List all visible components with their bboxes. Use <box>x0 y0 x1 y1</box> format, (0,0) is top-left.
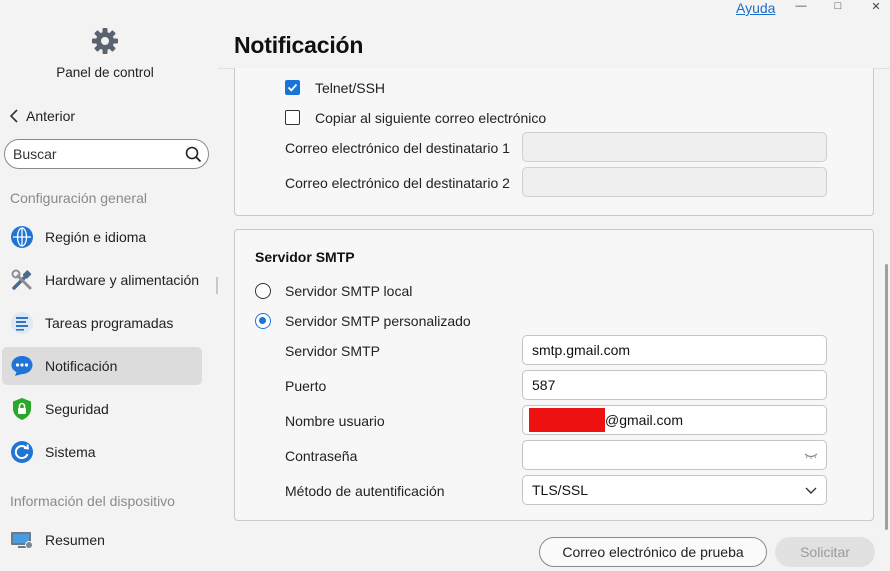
tasks-icon <box>10 311 34 335</box>
local-smtp-radio[interactable] <box>255 283 271 299</box>
control-panel-title: Panel de control <box>56 65 154 80</box>
smtp-panel-title: Servidor SMTP <box>255 249 355 265</box>
back-label: Anterior <box>26 108 76 124</box>
port-label: Puerto <box>285 378 327 394</box>
search-input[interactable] <box>5 140 175 168</box>
sidebar-item-label: Región e idioma <box>45 229 147 245</box>
password-field[interactable] <box>522 440 827 470</box>
page-title: Notificación <box>234 32 364 58</box>
sidebar-item-summary[interactable]: Resumen <box>2 521 202 559</box>
recipient2-label: Correo electrónico del destinatario 2 <box>285 175 510 191</box>
sidebar: Panel de control Anterior Configuración … <box>0 0 218 571</box>
password-label: Contraseña <box>285 448 358 464</box>
gear-icon <box>92 28 118 54</box>
smtp-server-label: Servidor SMTP <box>285 343 380 359</box>
shield-lock-icon <box>10 397 34 421</box>
section-device-heading: Información del dispositivo <box>10 493 175 509</box>
smtp-server-field[interactable]: smtp.gmail.com <box>522 335 827 365</box>
back-button[interactable]: Anterior <box>8 108 75 124</box>
sidebar-item-security[interactable]: Seguridad <box>2 390 202 428</box>
local-smtp-label: Servidor SMTP local <box>285 283 413 299</box>
checkmark-icon <box>287 83 298 92</box>
sidebar-item-label: Resumen <box>45 532 105 548</box>
globe-icon <box>10 225 34 249</box>
system-refresh-icon <box>10 440 34 464</box>
username-field[interactable]: @gmail.com <box>522 405 827 435</box>
content-scrollbar[interactable] <box>885 264 888 530</box>
search-box[interactable] <box>4 139 209 169</box>
sidebar-item-label: Seguridad <box>45 401 109 417</box>
auth-method-select[interactable]: TLS/SSL <box>522 475 827 505</box>
sidebar-item-tasks[interactable]: Tareas programadas <box>2 304 202 342</box>
control-panel-header: Panel de control <box>0 26 210 80</box>
maximize-button[interactable]: □ <box>831 0 845 16</box>
chevron-down-icon <box>805 487 817 494</box>
port-field[interactable]: 587 <box>522 370 827 400</box>
help-link[interactable]: Ayuda <box>736 0 775 16</box>
telnet-ssh-label: Telnet/SSH <box>315 80 386 96</box>
custom-smtp-radio[interactable] <box>255 313 271 329</box>
sidebar-scrollbar[interactable] <box>216 277 218 294</box>
sidebar-item-label: Tareas programadas <box>45 315 174 331</box>
sidebar-item-label: Notificación <box>45 358 118 374</box>
telnet-ssh-checkbox[interactable] <box>285 80 300 95</box>
search-icon[interactable] <box>185 146 202 163</box>
sidebar-item-region[interactable]: Región e idioma <box>2 218 202 256</box>
copy-email-label: Copiar al siguiente correo electrónico <box>315 110 547 126</box>
monitor-icon <box>10 528 34 552</box>
close-button[interactable]: ✕ <box>869 0 883 16</box>
chevron-left-icon <box>9 109 18 123</box>
sidebar-item-label: Hardware y alimentación <box>45 272 200 288</box>
custom-smtp-label: Servidor SMTP personalizado <box>285 313 471 329</box>
username-suffix: @gmail.com <box>605 412 684 428</box>
redacted-block <box>529 408 605 432</box>
copy-email-checkbox[interactable] <box>285 110 300 125</box>
sidebar-item-hardware[interactable]: Hardware y alimentación <box>2 261 202 299</box>
username-label: Nombre usuario <box>285 413 385 429</box>
recipient1-field[interactable] <box>522 132 827 162</box>
sidebar-item-system[interactable]: Sistema <box>2 433 202 471</box>
auth-method-value: TLS/SSL <box>532 482 589 498</box>
test-email-button[interactable]: Correo electrónico de prueba <box>539 537 767 567</box>
recipient1-label: Correo electrónico del destinatario 1 <box>285 140 510 156</box>
section-general-heading: Configuración general <box>10 190 147 206</box>
apply-button[interactable]: Solicitar <box>775 537 875 567</box>
chat-bubble-icon <box>10 354 34 378</box>
minimize-button[interactable]: — <box>794 0 808 16</box>
tools-icon <box>10 268 34 292</box>
eye-closed-icon[interactable] <box>804 449 818 461</box>
sidebar-item-label: Sistema <box>45 444 96 460</box>
auth-method-label: Método de autentificación <box>285 483 445 499</box>
recipient2-field[interactable] <box>522 167 827 197</box>
sidebar-item-notification[interactable]: Notificación <box>2 347 202 385</box>
